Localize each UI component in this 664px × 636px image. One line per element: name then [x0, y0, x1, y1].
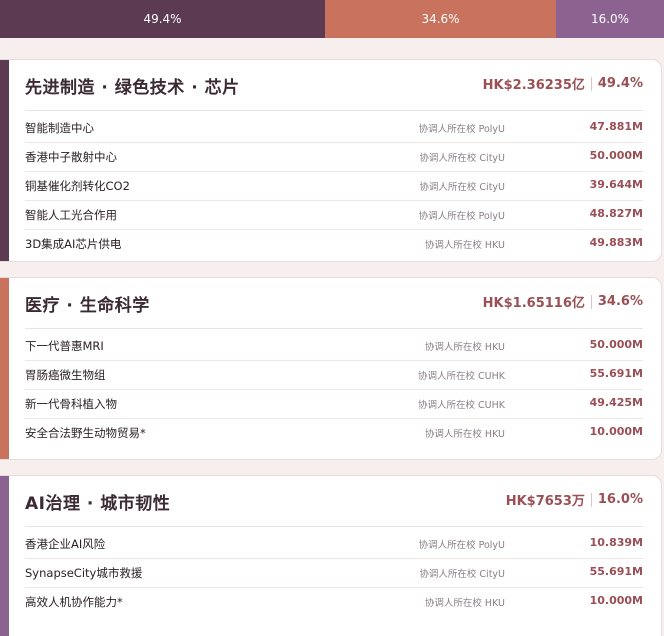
coordinator-school: 协调人所在校 CUHK: [418, 400, 505, 411]
section-amount: HK$1.65116亿: [482, 296, 585, 311]
project-row: 铜基催化剂转化CO2 协调人所在校 CityU 39.644M: [25, 172, 643, 201]
coordinator-school: 协调人所在校 PolyU: [418, 211, 505, 222]
project-row: 3D集成AI芯片供电 协调人所在校 HKU 49.883M: [25, 230, 643, 258]
project-name: 新一代骨科植入物: [25, 397, 117, 411]
section-color-stripe: [0, 278, 9, 459]
meta-divider: [590, 294, 592, 309]
section-funding-summary: HK$1.65116亿 34.6%: [483, 292, 643, 311]
project-name: 香港企业AI风险: [25, 537, 106, 551]
section-title: AI治理 · 城市韧性: [25, 494, 171, 514]
summary-segment-healthcare: 34.6%: [325, 0, 556, 38]
project-name: 智能制造中心: [25, 121, 94, 135]
section-color-stripe: [0, 476, 9, 636]
segment-percent-label: 49.4%: [143, 12, 182, 26]
coordinator-school: 协调人所在校 CUHK: [418, 371, 505, 382]
project-name: SynapseCity城市救援: [25, 566, 143, 580]
section-divider: [25, 526, 643, 527]
project-amount: 10.000M: [589, 425, 643, 438]
summary-segment-advanced-manufacturing: 49.4%: [0, 0, 325, 38]
project-name: 高效人机协作能力*: [25, 595, 123, 609]
project-name: 3D集成AI芯片供电: [25, 237, 122, 251]
section-funding-summary: HK$2.36235亿 49.4%: [483, 74, 643, 93]
section-percent: 16.0%: [597, 492, 643, 507]
section-percent: 49.4%: [597, 76, 643, 91]
project-name: 智能人工光合作用: [25, 208, 117, 222]
section-card-ai-governance: AI治理 · 城市韧性 HK$7653万 16.0% 香港企业AI风险协调人所在…: [0, 475, 662, 636]
meta-divider: [590, 492, 592, 507]
summary-segment-ai-governance: 16.0%: [556, 0, 664, 38]
project-amount: 49.883M: [589, 236, 643, 249]
coordinator-school: 协调人所在校 PolyU: [418, 540, 505, 551]
project-row: 高效人机协作能力* 协调人所在校 HKU 10.000M: [25, 588, 643, 616]
project-amount: 49.425M: [589, 396, 643, 409]
project-row: 下一代普惠MRI 协调人所在校 HKU 50.000M: [25, 332, 643, 361]
coordinator-school: 协调人所在校 CityU: [419, 153, 505, 164]
section-funding-summary: HK$7653万 16.0%: [506, 490, 643, 509]
project-row: 安全合法野生动物贸易* 协调人所在校 HKU 10.000M: [25, 419, 643, 447]
section-color-stripe: [0, 60, 9, 261]
project-amount: 55.691M: [589, 565, 643, 578]
project-row: 香港中子散射中心 协调人所在校 CityU 50.000M: [25, 143, 643, 172]
project-name: 胃肠癌微生物组: [25, 368, 106, 382]
project-name: 下一代普惠MRI: [25, 339, 104, 353]
allocation-summary-bar: 49.4% 34.6% 16.0%: [0, 0, 664, 38]
section-card-advanced-manufacturing: 先进制造 · 绿色技术 · 芯片 HK$2.36235亿 49.4% 智能制造中…: [0, 59, 662, 262]
section-title: 先进制造 · 绿色技术 · 芯片: [25, 78, 240, 98]
section-amount: HK$2.36235亿: [482, 78, 585, 93]
project-name: 铜基催化剂转化CO2: [25, 179, 130, 193]
project-name: 安全合法野生动物贸易*: [25, 426, 146, 440]
meta-divider: [590, 76, 592, 91]
section-card-healthcare: 医疗 · 生命科学 HK$1.65116亿 34.6% 下一代普惠MRI 协调人所…: [0, 277, 662, 460]
project-row: 智能人工光合作用 协调人所在校 PolyU 48.827M: [25, 201, 643, 230]
project-amount: 10.839M: [589, 536, 643, 549]
project-row: SynapseCity城市救援 协调人所在校 CityU 55.691M: [25, 559, 643, 588]
section-title: 医疗 · 生命科学: [25, 296, 150, 316]
project-row: 香港企业AI风险 协调人所在校 PolyU 10.839M: [25, 530, 643, 559]
coordinator-school: 协调人所在校 HKU: [424, 429, 505, 440]
coordinator-school: 协调人所在校 CityU: [419, 182, 505, 193]
segment-percent-label: 16.0%: [590, 12, 630, 26]
coordinator-school: 协调人所在校 CityU: [419, 569, 505, 580]
project-amount: 47.881M: [589, 120, 643, 133]
section-divider: [25, 110, 643, 111]
project-row: 新一代骨科植入物 协调人所在校 CUHK 49.425M: [25, 390, 643, 419]
project-amount: 10.000M: [589, 594, 643, 607]
coordinator-school: 协调人所在校 PolyU: [418, 124, 505, 135]
segment-percent-label: 34.6%: [421, 12, 460, 26]
project-amount: 39.644M: [589, 178, 643, 191]
coordinator-school: 协调人所在校 HKU: [424, 342, 505, 353]
project-amount: 50.000M: [589, 149, 643, 162]
project-row: 胃肠癌微生物组 协调人所在校 CUHK 55.691M: [25, 361, 643, 390]
coordinator-school: 协调人所在校 HKU: [424, 240, 505, 251]
section-divider: [25, 328, 643, 329]
project-amount: 50.000M: [589, 338, 643, 351]
section-percent: 34.6%: [597, 294, 643, 309]
coordinator-school: 协调人所在校 HKU: [424, 598, 505, 609]
project-row: 智能制造中心 协调人所在校 PolyU 47.881M: [25, 114, 643, 143]
project-name: 香港中子散射中心: [25, 150, 117, 164]
section-amount: HK$7653万: [505, 494, 585, 509]
project-amount: 48.827M: [589, 207, 643, 220]
project-amount: 55.691M: [589, 367, 643, 380]
